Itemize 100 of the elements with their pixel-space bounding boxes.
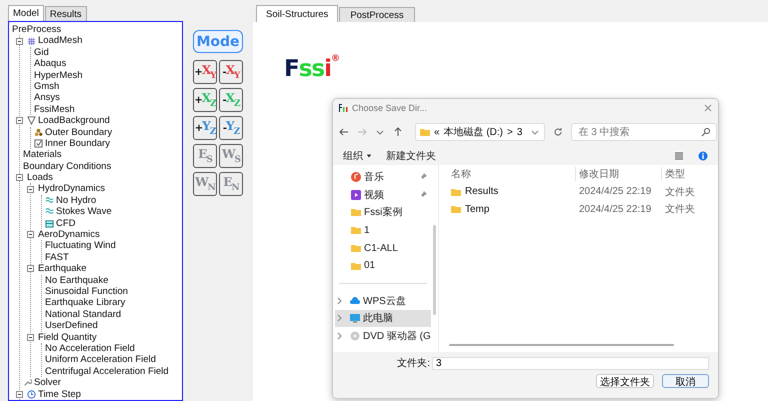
nav-item[interactable]: DVD 驱动器 (G: [335, 327, 431, 346]
tree-item[interactable]: Sinusoidal Function: [45, 286, 128, 298]
app-logo-icon: [338, 103, 348, 113]
tree-item[interactable]: Earthquake: [38, 263, 87, 275]
column-header[interactable]: 名称: [439, 167, 575, 181]
tree-item[interactable]: LoadBackground: [38, 115, 110, 127]
close-icon: [703, 103, 713, 113]
table-cell-text: 2024/4/25 22:19: [578, 186, 652, 198]
tab[interactable]: Results: [44, 6, 87, 21]
path-segment[interactable]: 本地磁盘 (D:): [444, 125, 504, 139]
collapse-toggle[interactable]: [16, 38, 23, 45]
view-button[interactable]: +Y$_{Z}$: [193, 116, 217, 140]
tree-item[interactable]: Loads: [27, 172, 53, 184]
folder-field[interactable]: 3: [432, 356, 709, 370]
disc-icon: [350, 331, 360, 342]
folder-icon: [451, 186, 461, 197]
path-segment[interactable]: 3: [516, 126, 522, 138]
select-folder-button[interactable]: 选择文件夹: [596, 374, 654, 388]
tree-item[interactable]: No Hydro: [56, 194, 96, 206]
tree-item[interactable]: LoadMesh: [38, 35, 82, 47]
table-cell-text: 文件夹: [664, 186, 696, 199]
tree-item[interactable]: CFD: [56, 218, 76, 230]
tree-item[interactable]: FAST: [45, 252, 69, 264]
help-icon: [698, 151, 708, 161]
tree-item[interactable]: Solver: [34, 377, 61, 389]
folder-icon: [420, 127, 430, 137]
collapse-toggle[interactable]: [16, 117, 23, 124]
scrollbar-thumb[interactable]: [449, 344, 674, 346]
video-icon: [351, 190, 361, 200]
view-button[interactable]: -X$_{Y}$: [219, 60, 243, 84]
tab[interactable]: PostProcess: [339, 7, 415, 22]
collapse-toggle[interactable]: [16, 174, 23, 182]
tree-item[interactable]: Abaqus: [34, 58, 66, 70]
view-button[interactable]: +X$_{Z}$: [193, 88, 217, 112]
nav-item[interactable]: 1: [335, 221, 431, 240]
wave-icon: [45, 196, 54, 206]
view-button[interactable]: +X$_{Y}$: [193, 60, 217, 84]
tree-item[interactable]: Centrifugal Acceleration Field: [45, 366, 169, 378]
tree-item[interactable]: Outer Boundary: [45, 126, 112, 138]
tree-item[interactable]: Uniform Acceleration Field: [45, 354, 156, 366]
tree-item[interactable]: National Standard: [45, 308, 122, 320]
tree-item[interactable]: HydroDynamics: [38, 183, 106, 195]
new-folder-button[interactable]: 新建文件夹: [386, 149, 436, 163]
tree-item[interactable]: Time Step: [38, 388, 81, 400]
organize-menu[interactable]: 组织: [343, 149, 372, 163]
logo: Fssi$^{®}$: [284, 56, 339, 82]
collapse-toggle[interactable]: [27, 334, 34, 341]
tray-icon: [45, 218, 54, 228]
nav-item[interactable]: 视频: [335, 186, 431, 204]
column-header[interactable]: 类型: [661, 167, 718, 181]
tree-item[interactable]: PreProcess: [12, 24, 62, 36]
tree-item[interactable]: Earthquake Library: [45, 297, 126, 309]
scrollbar-thumb[interactable]: [433, 225, 436, 315]
nav-item[interactable]: Fssi案例: [335, 204, 431, 222]
nav-item[interactable]: 此电脑: [335, 310, 431, 328]
nav-item[interactable]: 01: [335, 256, 431, 275]
collapse-toggle[interactable]: [27, 231, 34, 238]
tree-item[interactable]: Inner Boundary: [45, 138, 110, 150]
folder-icon: [451, 204, 461, 214]
cloud-icon: [350, 296, 360, 306]
cancel-button[interactable]: 取消: [662, 374, 709, 388]
collapse-toggle[interactable]: [16, 390, 23, 398]
address-bar[interactable]: « 本地磁盘 (D:) > 3: [415, 123, 546, 141]
view-button[interactable]: -X$_{Z}$: [219, 88, 243, 112]
tree-item[interactable]: HyperMesh: [34, 70, 83, 81]
collapse-toggle[interactable]: [27, 265, 34, 272]
nav-item[interactable]: WPS云盘: [335, 292, 431, 310]
table-cell-text: 文件夹: [664, 202, 696, 216]
tree-item[interactable]: Boundary Conditions: [23, 160, 112, 172]
collapse-toggle[interactable]: [27, 186, 34, 193]
tree-item[interactable]: AeroDynamics: [38, 229, 100, 240]
search-field[interactable]: 在 3 中搜索: [571, 123, 718, 141]
tree-item[interactable]: Stokes Wave: [56, 206, 112, 218]
folder-icon: [351, 207, 361, 218]
tree-item[interactable]: Field Quantity: [38, 332, 97, 343]
tree-item[interactable]: FssiMesh: [34, 104, 75, 116]
tree-item[interactable]: Ansys: [34, 92, 60, 104]
table-cell-text: 2024/4/25 22:19: [578, 204, 652, 215]
view-button[interactable]: -Y$_{Z}$: [219, 116, 243, 140]
tree-item[interactable]: Gmsh: [34, 80, 60, 92]
overflow-chevron[interactable]: «: [434, 126, 440, 138]
file-name[interactable]: Results: [465, 186, 498, 198]
back-arrow-icon: [339, 127, 349, 137]
tree-item[interactable]: No Earthquake: [45, 274, 108, 286]
tree-item[interactable]: No Acceleration Field: [45, 342, 135, 354]
tree-item[interactable]: Gid: [34, 46, 49, 58]
tree-item[interactable]: Materials: [23, 149, 62, 161]
tree-item[interactable]: UserDefined: [45, 320, 98, 332]
tab[interactable]: Model: [8, 5, 44, 21]
column-header[interactable]: 修改日期: [575, 167, 661, 181]
file-name[interactable]: Temp: [465, 204, 490, 215]
window-title: Choose Save Dir...: [352, 103, 428, 113]
funnel-icon: [27, 116, 36, 126]
tab[interactable]: Soil-Structures: [256, 5, 338, 22]
grid-icon: [27, 36, 36, 46]
nav-item[interactable]: 音乐: [335, 168, 431, 186]
tree-item[interactable]: Fluctuating Wind: [45, 240, 116, 252]
wave-icon: [45, 207, 54, 216]
nav-item[interactable]: C1-ALL: [335, 239, 431, 257]
music-icon: [351, 172, 361, 182]
